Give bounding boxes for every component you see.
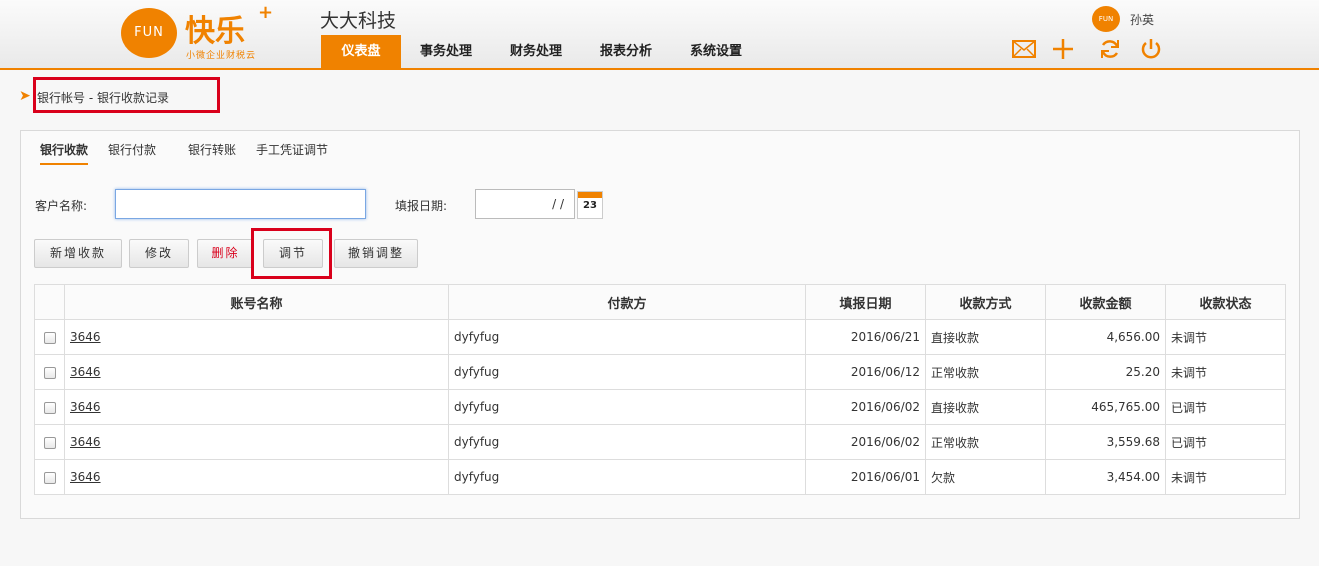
account-link[interactable]: 3646 [70,365,101,379]
row-select-cell [34,459,65,495]
amount-cell: 465,765.00 [1045,389,1166,425]
row-select-cell [34,354,65,390]
header-select [34,284,65,320]
table-row: 3646 dyfyfug 2016/06/01 欠款 3,454.00 未调节 [34,459,1286,495]
status-cell: 未调节 [1165,459,1286,495]
method-cell: 欠款 [925,459,1046,495]
status-cell: 已调节 [1165,389,1286,425]
add-receipt-button[interactable]: 新增收款 [34,239,122,268]
payer-cell: dyfyfug [448,389,806,425]
amount-cell: 25.20 [1045,354,1166,390]
avatar[interactable]: FUN [1092,6,1120,32]
mail-icon[interactable] [1011,38,1037,64]
table-row: 3646 dyfyfug 2016/06/12 正常收款 25.20 未调节 [34,354,1286,390]
highlight-box-adjust [251,228,332,279]
nav-dashboard[interactable]: 仪表盘 [321,35,401,68]
nav-finance[interactable]: 财务处理 [491,35,581,68]
header-account[interactable]: 账号名称 [64,284,449,320]
logo-name: 快乐 [185,14,245,49]
main-panel: 银行收款 银行付款 银行转账 手工凭证调节 客户名称: 填报日期: / / 23… [20,130,1300,519]
row-checkbox[interactable] [43,401,56,414]
nav-settings[interactable]: 系统设置 [671,35,761,68]
logo-slogan: 小微企业财税云 [186,51,257,61]
row-checkbox[interactable] [43,366,56,379]
tab-manual-voucher[interactable]: 手工凭证调节 [256,140,328,165]
breadcrumb-arrow-icon: ➤ [19,88,31,104]
account-link[interactable]: 3646 [70,330,101,344]
header-payer[interactable]: 付款方 [448,284,806,320]
calendar-icon[interactable]: 23 [577,191,603,219]
logo-plus: + [258,2,274,23]
date-cell: 2016/06/02 [805,424,926,460]
user-name[interactable]: 孙英 [1130,11,1154,28]
row-select-cell [34,389,65,425]
row-select-cell [34,424,65,460]
tab-bank-receipt[interactable]: 银行收款 [40,140,89,165]
undo-adjust-button[interactable]: 撤销调整 [334,239,418,268]
account-link[interactable]: 3646 [70,435,101,449]
row-checkbox[interactable] [43,471,56,484]
header-method[interactable]: 收款方式 [925,284,1046,320]
date-cell: 2016/06/01 [805,459,926,495]
table-row: 3646 dyfyfug 2016/06/02 正常收款 3,559.68 已调… [34,424,1286,460]
main-nav: 仪表盘 事务处理 财务处理 报表分析 系统设置 [321,35,761,68]
header-status[interactable]: 收款状态 [1165,284,1286,320]
company-name: 大大科技 [320,10,397,32]
table-row: 3646 dyfyfug 2016/06/21 直接收款 4,656.00 未调… [34,319,1286,355]
status-cell: 未调节 [1165,319,1286,355]
amount-cell: 3,559.68 [1045,424,1166,460]
nav-affairs[interactable]: 事务处理 [401,35,491,68]
payer-cell: dyfyfug [448,319,806,355]
status-cell: 已调节 [1165,424,1286,460]
row-checkbox[interactable] [43,331,56,344]
delete-button[interactable]: 删除 [197,239,254,268]
date-label: 填报日期: [395,199,448,213]
highlight-box-breadcrumb [33,77,220,113]
payer-cell: dyfyfug [448,459,806,495]
row-checkbox[interactable] [43,436,56,449]
header-amount[interactable]: 收款金额 [1045,284,1166,320]
method-cell: 正常收款 [925,424,1046,460]
row-select-cell [34,319,65,355]
table-row: 3646 dyfyfug 2016/06/02 直接收款 465,765.00 … [34,389,1286,425]
account-cell: 3646 [64,319,449,355]
refresh-icon[interactable] [1097,38,1123,64]
table-header-row: 账号名称 付款方 填报日期 收款方式 收款金额 收款状态 [34,284,1286,320]
tab-bar: 银行收款 银行付款 银行转账 手工凭证调节 [40,140,348,166]
status-cell: 未调节 [1165,354,1286,390]
method-cell: 直接收款 [925,389,1046,425]
nav-reports[interactable]: 报表分析 [581,35,671,68]
receipt-table: 账号名称 付款方 填报日期 收款方式 收款金额 收款状态 3646 dyfyfu… [34,284,1286,495]
amount-cell: 3,454.00 [1045,459,1166,495]
account-cell: 3646 [64,424,449,460]
tab-bank-payment[interactable]: 银行付款 [108,140,156,165]
account-link[interactable]: 3646 [70,470,101,484]
date-cell: 2016/06/12 [805,354,926,390]
edit-button[interactable]: 修改 [129,239,189,268]
date-input[interactable]: / / [475,189,575,219]
tab-bank-transfer[interactable]: 银行转账 [188,140,236,165]
power-icon[interactable] [1138,38,1164,64]
customer-name-input[interactable] [115,189,366,219]
logo-badge: FUN [121,8,177,58]
account-cell: 3646 [64,389,449,425]
header-date[interactable]: 填报日期 [805,284,926,320]
customer-label: 客户名称: [35,199,88,213]
add-icon[interactable] [1050,38,1076,64]
method-cell: 直接收款 [925,319,1046,355]
date-cell: 2016/06/21 [805,319,926,355]
method-cell: 正常收款 [925,354,1046,390]
amount-cell: 4,656.00 [1045,319,1166,355]
payer-cell: dyfyfug [448,424,806,460]
account-link[interactable]: 3646 [70,400,101,414]
date-cell: 2016/06/02 [805,389,926,425]
top-header: FUN 快乐 + 小微企业财税云 大大科技 仪表盘 事务处理 财务处理 报表分析… [0,0,1319,70]
account-cell: 3646 [64,459,449,495]
payer-cell: dyfyfug [448,354,806,390]
account-cell: 3646 [64,354,449,390]
